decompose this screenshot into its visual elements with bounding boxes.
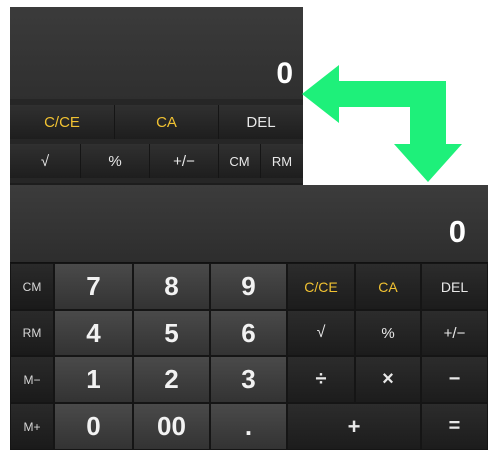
digit-2-button[interactable]: 2 bbox=[133, 356, 210, 403]
arrow-down-right-icon bbox=[302, 65, 462, 182]
memory-recall-button[interactable]: RM bbox=[10, 310, 54, 356]
decimal-point-button[interactable]: . bbox=[210, 403, 287, 450]
digit-0-button[interactable]: 0 bbox=[54, 403, 133, 450]
equals-button[interactable]: = bbox=[421, 403, 488, 450]
memory-clear-button[interactable]: CM bbox=[10, 263, 54, 310]
clear-entry-button[interactable]: C/CE bbox=[287, 263, 355, 310]
subtract-button[interactable]: − bbox=[421, 356, 488, 403]
operator-row-small: √ % +/− CM RM bbox=[10, 144, 303, 178]
multiply-button[interactable]: × bbox=[355, 356, 421, 403]
add-button[interactable]: + bbox=[287, 403, 421, 450]
memory-recall-button[interactable]: RM bbox=[261, 144, 303, 178]
digit-00-button[interactable]: 00 bbox=[133, 403, 210, 450]
percent-button[interactable]: % bbox=[81, 144, 150, 178]
digit-8-button[interactable]: 8 bbox=[133, 263, 210, 310]
digit-6-button[interactable]: 6 bbox=[210, 310, 287, 356]
memory-subtract-button[interactable]: M− bbox=[10, 356, 54, 403]
display-value-small: 0 bbox=[276, 57, 293, 90]
function-row-small: C/CE CA DEL bbox=[10, 105, 303, 139]
digit-5-button[interactable]: 5 bbox=[133, 310, 210, 356]
delete-button[interactable]: DEL bbox=[219, 105, 303, 139]
keypad: CM RM M− M+ 7 8 9 4 5 6 1 2 3 0 00 . C/C… bbox=[10, 263, 488, 450]
digit-7-button[interactable]: 7 bbox=[54, 263, 133, 310]
display-main: 0 bbox=[10, 185, 488, 263]
divide-button[interactable]: ÷ bbox=[287, 356, 355, 403]
digit-1-button[interactable]: 1 bbox=[54, 356, 133, 403]
sqrt-button[interactable]: √ bbox=[10, 144, 81, 178]
calculator-main: 0 CM RM M− M+ 7 8 9 4 5 6 1 2 3 0 00 . C… bbox=[10, 185, 488, 450]
display-small: 0 bbox=[10, 7, 303, 99]
memory-add-button[interactable]: M+ bbox=[10, 403, 54, 450]
sqrt-button[interactable]: √ bbox=[287, 310, 355, 356]
clear-all-button[interactable]: CA bbox=[355, 263, 421, 310]
digit-4-button[interactable]: 4 bbox=[54, 310, 133, 356]
plus-minus-button[interactable]: +/− bbox=[421, 310, 488, 356]
percent-button[interactable]: % bbox=[355, 310, 421, 356]
display-value-main: 0 bbox=[448, 214, 466, 249]
digit-9-button[interactable]: 9 bbox=[210, 263, 287, 310]
plus-minus-button[interactable]: +/− bbox=[150, 144, 219, 178]
calculator-small: 0 C/CE CA DEL √ % +/− CM RM bbox=[10, 7, 303, 185]
clear-entry-button[interactable]: C/CE bbox=[10, 105, 115, 139]
memory-clear-button[interactable]: CM bbox=[219, 144, 261, 178]
delete-button[interactable]: DEL bbox=[421, 263, 488, 310]
clear-all-button[interactable]: CA bbox=[115, 105, 219, 139]
digit-3-button[interactable]: 3 bbox=[210, 356, 287, 403]
